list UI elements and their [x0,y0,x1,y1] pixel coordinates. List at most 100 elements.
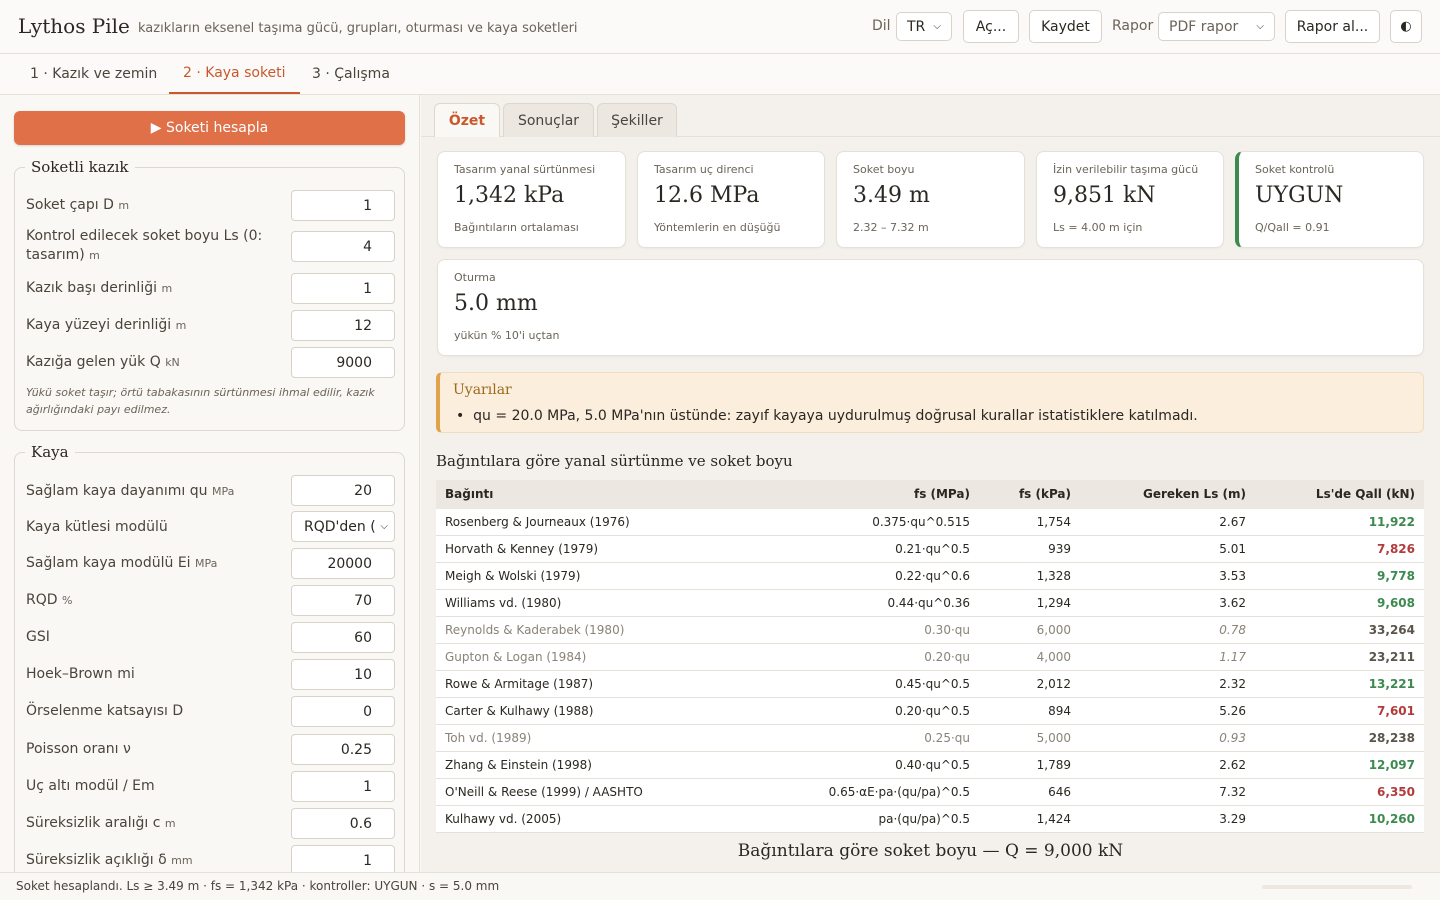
card-label: Tasarım uç direnci [654,163,754,176]
progress-bar [1262,885,1412,889]
card-subtext: Ls = 4.00 m için [1053,221,1143,234]
discontinuity-aperture-input[interactable]: 1 [291,845,395,872]
poisson-ratio-label: Poisson oranı ν [26,741,131,757]
pile-note: Yükü soket taşır; örtü tabakasının sürtü… [26,386,375,416]
hoek-brown-mi-input[interactable]: 10 [291,659,395,690]
card-subtext: Yöntemlerin en düşüğü [654,221,781,234]
intact-rock-modulus-input[interactable]: 20000 [291,548,395,579]
fs-kpa-cell: 894 [1048,704,1071,718]
intact-rock-strength-input[interactable]: 20 [291,475,395,506]
socketed-pile-group: Soketli kazık Soket çapı D m 1 Kontrol e… [14,158,405,431]
fs-mpa-cell: 0.30·qu [924,623,970,637]
correlation-cell: Horvath & Kenney (1979) [445,542,599,556]
card-value: 9,851 kN [1053,183,1156,208]
fs-kpa-cell: 646 [1048,785,1071,799]
table-row: Kulhawy vd. (2005) pa·(qu/pa)^0.5 1,424 3.2… [436,806,1424,833]
step-tab-rock-socket[interactable]: 2 · Kaya soketi [169,54,300,94]
table-row: Rowe & Armitage (1987) 0.45·qu^0.5 2,012 2.… [436,671,1424,698]
pile-head-depth-label: Kazık başı derinliği m [26,280,173,296]
warning-item: • qu = 20.0 MPa, 5.0 MPa'nın üstünde: za… [456,408,1198,424]
discontinuity-spacing-input[interactable]: 0.6 [291,808,395,839]
language-value: TR [907,18,926,35]
gsi-input[interactable]: 60 [291,622,395,653]
tab-results[interactable]: Sonuçlar [503,103,594,137]
card-value: UYGUN [1255,183,1344,208]
card-label: Soket boyu [853,163,915,176]
save-button[interactable]: Kaydet [1029,10,1102,43]
table-row: Horvath & Kenney (1979) 0.21·qu^0.5 939 5.0… [436,536,1424,563]
qall-cell: 28,238 [1368,731,1415,745]
qall-cell: 13,221 [1368,677,1415,691]
rock-surface-depth-input[interactable]: 12 [291,310,395,341]
fs-kpa-cell: 1,328 [1036,569,1071,583]
report-format-value: PDF rapor [1169,18,1239,35]
language-select[interactable]: TR ⌵ [896,12,952,41]
qall-cell: 7,601 [1377,704,1415,718]
fs-mpa-cell: pa·(qu/pa)^0.5 [878,812,970,826]
rock-mass-modulus-select[interactable]: RQD'den ( ⌵ [291,511,395,542]
card-value: 1,342 kPa [454,183,565,208]
export-report-button[interactable]: Rapor al... [1285,10,1380,43]
correlation-cell: Gupton & Logan (1984) [445,650,587,664]
qall-cell: 9,778 [1377,569,1415,583]
correlation-cell: Toh vd. (1989) [445,731,532,745]
card-value: 12.6 MPa [654,183,760,208]
step-tab-pile-soil[interactable]: 1 · Kazık ve zemin [30,54,157,94]
table-row: Reynolds & Kaderabek (1980) 0.30·qu 6,000 0… [436,617,1424,644]
compute-socket-button[interactable]: ▶ Soketi hesapla [14,111,405,145]
disturbance-factor-input[interactable]: 0 [291,696,395,727]
report-label: Rapor [1112,18,1154,34]
tab-figures[interactable]: Şekiller [597,103,677,137]
report-format-select[interactable]: PDF rapor ⌵ [1158,12,1275,41]
table-row: Rosenberg & Journeaux (1976) 0.375·qu^0.5… [436,509,1424,536]
socket-diameter-input[interactable]: 1 [291,190,395,221]
rqd-input[interactable]: 70 [291,585,395,616]
table-row: Meigh & Wolski (1979) 0.22·qu^0.6 1,328 3.5… [436,563,1424,590]
intact-rock-strength-label: Sağlam kaya dayanımı qu MPa [26,483,235,499]
app-header: Lythos Pile kazıkların eksenel taşıma gü… [0,0,1440,54]
socket-check-card: Soket kontrolü UYGUN Q/Qall = 0.91 [1235,151,1424,248]
table-row: Gupton & Logan (1984) 0.20·qu 4,000 1.17 23,… [436,644,1424,671]
allowable-capacity-card: İzin verilebilir taşıma gücü 9,851 kN Ls… [1036,151,1224,248]
check-socket-length-input[interactable]: 4 [291,231,395,262]
correlations-table-title: Bağıntılara göre yanal sürtünme ve soket… [436,452,793,470]
required-ls-cell: 2.32 [1219,677,1246,691]
base-modulus-ratio-input[interactable]: 1 [291,771,395,802]
qall-cell: 7,826 [1377,542,1415,556]
tab-summary[interactable]: Özet [434,103,500,137]
required-ls-cell: 3.62 [1219,596,1246,610]
required-ls-cell: 0.93 [1219,731,1246,745]
fs-kpa-cell: 6,000 [1036,623,1071,637]
required-ls-cell: 0.78 [1219,623,1246,637]
discontinuity-aperture-label: Süreksizlik açıklığı δ mm [26,852,193,868]
table-row: Zhang & Einstein (1998) 0.40·qu^0.5 1,789 2… [436,752,1424,779]
app-title: Lythos Pile [18,14,130,38]
step-tab-run[interactable]: 3 · Çalışma [312,54,390,94]
card-subtext: yükün % 10'i uçtan [454,329,560,342]
rock-mass-modulus-label: Kaya kütlesi modülü [26,519,168,535]
open-button[interactable]: Aç... [963,10,1019,43]
qall-cell: 6,350 [1377,785,1415,799]
poisson-ratio-input[interactable]: 0.25 [291,734,395,765]
theme-toggle-icon[interactable]: ◐ [1390,10,1422,43]
base-modulus-ratio-label: Uç altı modül / Em [26,778,155,794]
table-header: Bağıntı fs (MPa) fs (kPa) Gereken Ls (m)… [436,480,1424,509]
fs-kpa-cell: 1,294 [1036,596,1071,610]
qall-cell: 12,097 [1368,758,1415,772]
chevron-down-icon: ⌵ [933,21,941,32]
qall-cell: 9,608 [1377,596,1415,610]
pile-load-input[interactable]: 9000 [291,347,395,378]
step-tabs: 1 · Kazık ve zemin 2 · Kaya soketi 3 · Ç… [0,54,1440,95]
header-fs-mpa: fs (MPa) [913,487,970,501]
intact-rock-modulus-label: Sağlam kaya modülü Ei MPa [26,555,218,571]
fs-mpa-cell: 0.20·qu [924,650,970,664]
results-panel: Özet Sonuçlar Şekiller Tasarım yanal sür… [421,95,1440,872]
fs-kpa-cell: 1,789 [1036,758,1071,772]
required-ls-cell: 2.62 [1219,758,1246,772]
pile-head-depth-input[interactable]: 1 [291,273,395,304]
correlation-cell: Rosenberg & Journeaux (1976) [445,515,630,529]
app-subtitle: kazıkların eksenel taşıma gücü, grupları… [138,21,578,36]
required-ls-cell: 7.32 [1219,785,1246,799]
fs-mpa-cell: 0.45·qu^0.5 [895,677,970,691]
correlation-cell: Carter & Kulhawy (1988) [445,704,594,718]
